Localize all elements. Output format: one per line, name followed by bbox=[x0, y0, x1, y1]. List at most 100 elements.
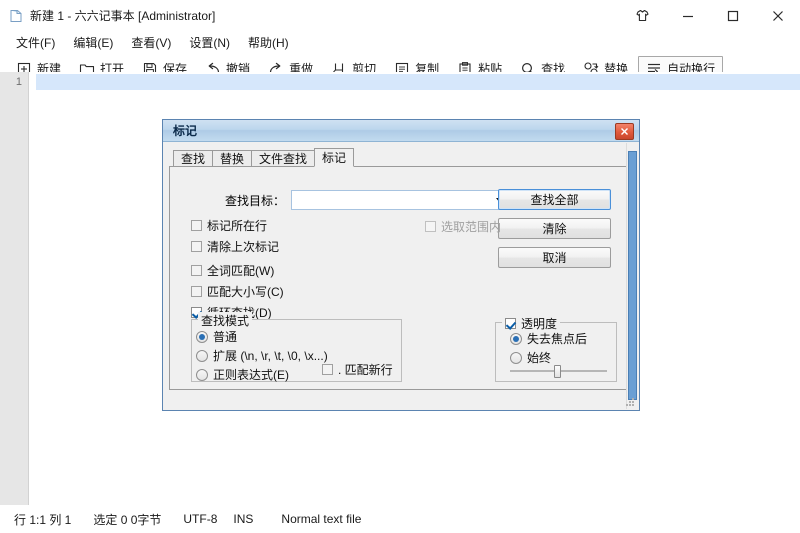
radio-normal-label: 普通 bbox=[213, 330, 238, 344]
menu-edit-label: 编辑(E) bbox=[73, 35, 114, 50]
menu-view[interactable]: 查看(V) bbox=[122, 32, 180, 53]
dialog-close-button[interactable] bbox=[615, 123, 634, 140]
checkbox-box-icon bbox=[191, 286, 202, 297]
checkbox-clear-previous-marks-label: 清除上次标记 bbox=[207, 240, 280, 254]
checkbox-box-icon bbox=[191, 220, 202, 231]
find-target-input[interactable] bbox=[292, 192, 495, 208]
menu-settings[interactable]: 设置(N) bbox=[180, 32, 239, 53]
checkbox-checked-icon bbox=[505, 318, 516, 329]
resize-grip-icon[interactable] bbox=[624, 396, 636, 408]
tab-mark[interactable]: 标记 bbox=[314, 148, 355, 167]
checkbox-match-newline-label: . 匹配新行 bbox=[338, 363, 393, 377]
statusbar: 行 1:1 列 1 选定 0 0字节 UTF-8 INS Normal text… bbox=[0, 505, 800, 533]
tab-mark-label: 标记 bbox=[322, 151, 347, 165]
line-number-gutter: 1 bbox=[0, 72, 29, 505]
dialog-body: 查找 替换 文件查找 标记 查找目标： 查找全部 清除 取消 标记所在行 清除上… bbox=[163, 142, 639, 410]
find-all-button[interactable]: 查找全部 bbox=[498, 189, 611, 210]
checkbox-box-icon bbox=[191, 265, 202, 276]
line-number: 1 bbox=[15, 76, 22, 88]
close-icon bbox=[621, 128, 628, 135]
mark-dialog: 标记 查找 替换 文件查找 标记 查找目标： 查找全部 清除 取消 标记所在行 … bbox=[162, 119, 640, 411]
radio-selected-icon bbox=[510, 332, 522, 345]
menu-help-label: 帮助(H) bbox=[248, 35, 289, 50]
radio-extended[interactable]: 扩展 (\n, \r, \t, \0, \x...) bbox=[196, 347, 328, 364]
checkbox-mark-line-label: 标记所在行 bbox=[207, 219, 268, 233]
menu-file-label: 文件(F) bbox=[16, 35, 56, 50]
status-insert-mode: INS bbox=[233, 512, 254, 526]
transparency-groupbox: 透明度 失去焦点后 始终 bbox=[495, 315, 617, 382]
current-line-highlight bbox=[36, 74, 800, 90]
tab-find-in-files[interactable]: 文件查找 bbox=[251, 150, 316, 167]
find-all-button-label: 查找全部 bbox=[530, 193, 579, 207]
window-title: 新建 1 - 六六记事本 [Administrator] bbox=[30, 9, 216, 23]
transparency-radio-list: 失去焦点后 始终 bbox=[510, 330, 587, 368]
checkbox-box-icon bbox=[191, 241, 202, 252]
checkbox-box-icon bbox=[425, 221, 436, 232]
menu-view-label: 查看(V) bbox=[131, 35, 172, 50]
status-filetype: Normal text file bbox=[281, 512, 362, 526]
maximize-button[interactable] bbox=[710, 0, 755, 31]
cancel-button[interactable]: 取消 bbox=[498, 247, 611, 268]
tab-find-label: 查找 bbox=[181, 152, 206, 166]
dialog-scrollbar-thumb[interactable] bbox=[628, 151, 637, 400]
radio-icon bbox=[510, 351, 522, 364]
clear-button[interactable]: 清除 bbox=[498, 218, 611, 239]
dialog-titlebar: 标记 bbox=[163, 120, 639, 142]
dialog-scrollbar[interactable] bbox=[626, 143, 638, 409]
search-mode-radio-list: 普通 扩展 (\n, \r, \t, \0, \x...) 正则表达式(E) bbox=[196, 328, 328, 385]
status-selection: 选定 0 0字节 bbox=[93, 512, 162, 527]
checkbox-in-selection: 选取范围内 bbox=[425, 218, 501, 235]
menu-edit[interactable]: 编辑(E) bbox=[64, 32, 122, 53]
tab-panel-mark: 查找目标： 查找全部 清除 取消 标记所在行 清除上次标记 全词匹配(W) 匹配… bbox=[169, 166, 633, 390]
checkbox-in-selection-label: 选取范围内 bbox=[441, 220, 502, 234]
checkbox-mark-line[interactable]: 标记所在行 bbox=[191, 217, 279, 234]
find-target-combo[interactable] bbox=[291, 190, 511, 210]
slider-thumb[interactable] bbox=[554, 365, 561, 378]
tab-replace-label: 替换 bbox=[220, 152, 245, 166]
checkbox-whole-word-label: 全词匹配(W) bbox=[207, 264, 275, 278]
radio-icon bbox=[196, 349, 208, 362]
window-titlebar: 新建 1 - 六六记事本 [Administrator] bbox=[0, 0, 800, 31]
status-line-col: 行 1:1 列 1 bbox=[14, 512, 72, 527]
radio-on-losing-focus[interactable]: 失去焦点后 bbox=[510, 330, 587, 347]
checkbox-group-mark-options: 标记所在行 清除上次标记 bbox=[191, 217, 279, 259]
cancel-button-label: 取消 bbox=[542, 251, 567, 265]
checkbox-match-newline[interactable]: . 匹配新行 bbox=[322, 361, 393, 378]
radio-extended-label: 扩展 (\n, \r, \t, \0, \x...) bbox=[213, 349, 328, 363]
checkbox-whole-word[interactable]: 全词匹配(W) bbox=[191, 262, 284, 279]
radio-always[interactable]: 始终 bbox=[510, 349, 587, 366]
radio-regex[interactable]: 正则表达式(E) bbox=[196, 366, 328, 383]
notepad-icon bbox=[9, 9, 23, 23]
minimize-button[interactable] bbox=[665, 0, 710, 31]
dialog-title: 标记 bbox=[173, 124, 198, 138]
menubar: 文件(F) 编辑(E) 查看(V) 设置(N) 帮助(H) bbox=[0, 31, 800, 53]
radio-on-losing-focus-label: 失去焦点后 bbox=[527, 332, 588, 346]
radio-normal[interactable]: 普通 bbox=[196, 328, 328, 345]
close-button[interactable] bbox=[755, 0, 800, 31]
window-controls bbox=[620, 0, 800, 31]
menu-file[interactable]: 文件(F) bbox=[7, 32, 64, 53]
radio-regex-label: 正则表达式(E) bbox=[213, 368, 289, 382]
radio-icon bbox=[196, 368, 208, 381]
dialog-button-column: 查找全部 清除 取消 bbox=[498, 189, 611, 268]
menu-settings-label: 设置(N) bbox=[189, 35, 230, 50]
checkbox-box-icon bbox=[322, 364, 333, 375]
skin-button[interactable] bbox=[620, 0, 665, 31]
tab-find[interactable]: 查找 bbox=[173, 150, 214, 167]
checkbox-match-case-label: 匹配大小写(C) bbox=[207, 285, 284, 299]
menu-help[interactable]: 帮助(H) bbox=[239, 32, 298, 53]
transparency-slider[interactable] bbox=[510, 365, 607, 378]
search-mode-groupbox: 查找模式 普通 扩展 (\n, \r, \t, \0, \x...) 正则表达式… bbox=[191, 312, 402, 385]
find-target-row: 查找目标： bbox=[225, 190, 511, 210]
clear-button-label: 清除 bbox=[542, 222, 567, 236]
status-encoding: UTF-8 bbox=[183, 512, 218, 526]
find-target-label: 查找目标： bbox=[225, 193, 286, 208]
checkbox-match-case[interactable]: 匹配大小写(C) bbox=[191, 283, 284, 300]
search-mode-title: 查找模式 bbox=[198, 312, 253, 329]
radio-selected-icon bbox=[196, 330, 208, 343]
dialog-tabstrip: 查找 替换 文件查找 标记 bbox=[169, 148, 633, 167]
tab-replace[interactable]: 替换 bbox=[212, 150, 253, 167]
checkbox-clear-previous-marks[interactable]: 清除上次标记 bbox=[191, 238, 279, 255]
tab-find-in-files-label: 文件查找 bbox=[259, 152, 308, 166]
radio-always-label: 始终 bbox=[527, 351, 552, 365]
